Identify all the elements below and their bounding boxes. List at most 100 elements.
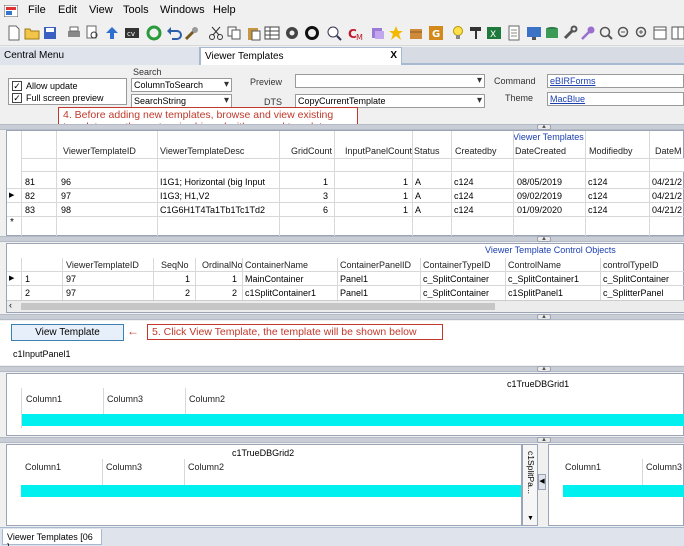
menu-view[interactable]: View (87, 4, 115, 16)
command-field[interactable]: eBIRForms (547, 74, 684, 88)
print-preview-icon[interactable] (84, 25, 100, 41)
grid1-col-datem[interactable]: DateM (655, 146, 682, 156)
g-icon[interactable]: G (428, 25, 444, 41)
layout-icon[interactable] (670, 25, 684, 41)
csv-icon[interactable]: cv (124, 25, 140, 41)
gear-icon[interactable] (304, 25, 320, 41)
paint-roller-icon[interactable] (468, 25, 484, 41)
preview-grid3-new-row[interactable] (563, 485, 684, 497)
undo-icon[interactable] (166, 25, 182, 41)
zoom-out-icon[interactable] (616, 25, 632, 41)
preview-grid1-new-row[interactable] (22, 414, 684, 426)
preview-grid1-col2[interactable]: Column2 (189, 394, 225, 404)
lightbulb-icon[interactable] (450, 25, 466, 41)
export-icon[interactable] (104, 25, 120, 41)
tools-icon[interactable] (184, 25, 200, 41)
scroll-left-icon[interactable]: ‹ (9, 300, 12, 310)
view-template-button[interactable]: View Template (11, 324, 124, 341)
splitter-preview-top[interactable]: ▲ (0, 366, 684, 372)
full-screen-checkbox[interactable]: ✓ (12, 93, 22, 103)
scroll-down-icon[interactable]: ▼ (527, 515, 534, 522)
menu-windows[interactable]: Windows (158, 4, 207, 16)
grid1-col-modifiedby[interactable]: Modifiedby (589, 146, 633, 156)
grid2-col-containerpanelid[interactable]: ContainerPanelID (340, 260, 411, 270)
copy-icon[interactable] (226, 25, 242, 41)
splitter-preview-middle[interactable]: ▲ (0, 437, 684, 443)
excel-icon[interactable]: X (486, 25, 502, 41)
grid-icon[interactable] (264, 25, 280, 41)
zoom-in-icon[interactable] (326, 25, 342, 41)
splitter-handle-icon[interactable]: ▲ (537, 437, 551, 443)
search-icon[interactable] (598, 25, 614, 41)
splitter-lower[interactable]: ▲ (0, 314, 684, 320)
save-icon[interactable] (42, 25, 58, 41)
splitter-middle[interactable]: ▲ (0, 236, 684, 242)
print-icon[interactable] (66, 25, 82, 41)
splitter-handle-icon[interactable]: ▲ (537, 366, 551, 372)
theme-field[interactable]: MacBlue (547, 92, 684, 106)
package-icon[interactable] (408, 25, 424, 41)
tab-viewer-templates[interactable]: Viewer Templates X (200, 47, 402, 65)
search-string-combo[interactable]: SearchString (131, 94, 232, 108)
grid1-col-desc[interactable]: ViewerTemplateDesc (160, 146, 244, 156)
menu-edit[interactable]: Edit (56, 4, 79, 16)
search-column-combo[interactable]: ColumnToSearch (131, 78, 232, 92)
split-panel-collapsed[interactable]: c1SplitPa... ▼ (522, 444, 538, 526)
table-row[interactable]: 83 98 C1G6H1T4Ta1Tb1Tc1Td2 6 1 A c124 01… (7, 203, 684, 216)
splitter-handle-icon[interactable]: ▲ (537, 314, 551, 320)
splitter-vertical-handle-icon[interactable]: ◀ (538, 474, 546, 490)
preview-grid2-new-row[interactable] (21, 485, 521, 497)
grid2-col-ordinalno[interactable]: OrdinalNo (202, 260, 243, 270)
preview-grid2-col3[interactable]: Column3 (106, 462, 142, 472)
menu-file[interactable]: File (26, 4, 48, 16)
paste-icon[interactable] (246, 25, 262, 41)
settings-gear-icon[interactable] (284, 25, 300, 41)
preview-grid2-col2[interactable]: Column2 (188, 462, 224, 472)
grid1-col-inputpanelcount[interactable]: InputPanelCount (345, 146, 412, 156)
new-file-icon[interactable] (6, 25, 22, 41)
grid1-col-status[interactable]: Status (414, 146, 440, 156)
splitter-handle-icon[interactable]: ▲ (537, 236, 551, 242)
table-row[interactable]: 2 97 2 2 c1SplitContainer1 Panel1 c_Spli… (7, 286, 684, 299)
grid2-col-controlname[interactable]: ControlName (508, 260, 561, 270)
menu-help[interactable]: Help (211, 4, 238, 16)
grid2-col-controltypeid[interactable]: controlTypeID (603, 260, 659, 270)
tab-viewer-templates-06[interactable]: Viewer Templates [06 ] (2, 529, 102, 546)
dts-combo[interactable]: CopyCurrentTemplate (295, 94, 485, 108)
table-row[interactable]: ▶ 82 97 I1G3; H1,V2 3 1 A c124 09/02/201… (7, 189, 684, 202)
allow-update-checkbox[interactable]: ✓ (12, 81, 22, 91)
scrollbar-thumb[interactable] (21, 303, 495, 310)
database-icon[interactable] (544, 25, 560, 41)
monitor-icon[interactable] (526, 25, 542, 41)
document-icon[interactable] (506, 25, 522, 41)
layers-icon[interactable] (370, 25, 386, 41)
open-folder-icon[interactable] (24, 25, 40, 41)
grid2-col-containertypeid[interactable]: ContainerTypeID (423, 260, 491, 270)
grid2-col-viewertemplateid[interactable]: ViewerTemplateID (66, 260, 139, 270)
grid1-col-gridcount[interactable]: GridCount (291, 146, 332, 156)
cm-icon[interactable]: CM (348, 25, 364, 41)
grid2-col-seqno[interactable]: SeqNo (161, 260, 189, 270)
close-tab-icon[interactable]: X (390, 50, 397, 61)
cut-icon[interactable] (208, 25, 224, 41)
magnify-plus-icon[interactable] (634, 25, 650, 41)
preview-grid3-col3[interactable]: Column3 (646, 462, 682, 472)
grid1-col-createdby[interactable]: Createdby (455, 146, 497, 156)
grid2-col-containername[interactable]: ContainerName (245, 260, 308, 270)
preview-grid2-col1[interactable]: Column1 (25, 462, 61, 472)
table-row[interactable]: ▶ 1 97 1 1 MainContainer Panel1 c_SplitC… (7, 272, 684, 285)
preview-grid3-col1[interactable]: Column1 (565, 462, 601, 472)
key-icon[interactable] (580, 25, 596, 41)
refresh-icon[interactable] (146, 25, 162, 41)
preview-combo[interactable] (295, 74, 485, 88)
menu-tools[interactable]: Tools (121, 4, 151, 16)
preview-grid1-col3[interactable]: Column3 (107, 394, 143, 404)
preview-grid1-col1[interactable]: Column1 (26, 394, 62, 404)
wrench-icon[interactable] (562, 25, 578, 41)
star-icon[interactable] (388, 25, 404, 41)
table-row[interactable]: 81 96 I1G1; Horizontal (big Input 1 1 A … (7, 175, 684, 188)
grid1-col-datecreated[interactable]: DateCreated (515, 146, 566, 156)
horizontal-scrollbar[interactable]: ‹ (7, 300, 684, 312)
tab-central-menu[interactable]: Central Menu (0, 47, 200, 65)
window-icon[interactable] (652, 25, 668, 41)
